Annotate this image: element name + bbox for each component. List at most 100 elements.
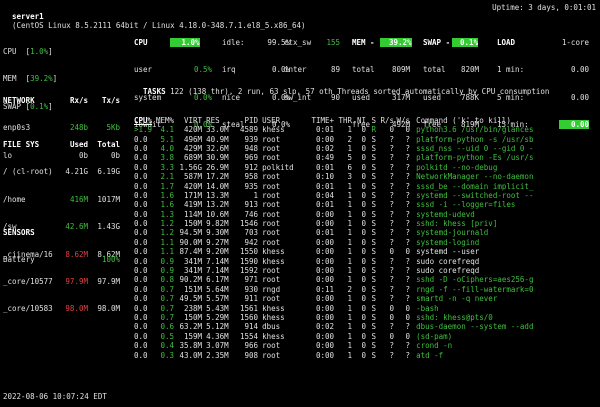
cell-res: 14.0M [206, 181, 229, 191]
col-virt[interactable]: VIRT [174, 116, 202, 125]
table-row[interactable]: 0.0 0.7 150M 5.29M 1560 khess 0:00 1 0 S 0 0 sshd: k… [134, 313, 533, 322]
cell-pid: 971 [244, 275, 259, 285]
cell-virt: 420M [184, 181, 203, 191]
cell-user: root [262, 153, 281, 163]
cell-time: 0:00 [316, 266, 335, 276]
cpu-user-value: 0.5% [193, 65, 212, 75]
cell-cmd: systemd-logind [416, 237, 480, 247]
inter-value: 89 [330, 65, 340, 75]
table-row[interactable]: 0.0 0.3 43.0M 2.35M 908 root 0:00 1 0 S?? atd -f [134, 350, 533, 360]
cell-mem: 0.4 [160, 341, 175, 351]
cell-s: S [371, 181, 377, 191]
cell-ni: 0 [361, 350, 367, 360]
fs-mount: _core/10583 [3, 304, 53, 314]
table-row[interactable]: 0.0 3.8 689M 30.9M 969 root 0:49 5 0 S?? platform-… [134, 153, 533, 162]
cell-virt: 171M [184, 190, 203, 200]
table-row[interactable]: 0.0 4.0 429M 32.6M 948 root 0:02 1 0 S?? sssd_nss … [134, 144, 533, 153]
cell-cmd: platform-python -s /usr/sb [416, 134, 534, 144]
table-row[interactable]: 0.0 1.3 114M 10.6M 746 root 0:00 1 0 S?? systemd-u… [134, 210, 533, 219]
cell-r: ? [389, 284, 395, 294]
table-row[interactable]: 0.0 5.1 496M 40.9M 939 root 0:00 2 0 S?? platform-… [134, 134, 534, 144]
cell-virt: 87.4M [179, 247, 203, 257]
col-ni[interactable]: NI [352, 116, 366, 125]
cpu-total: 1.0% [169, 38, 200, 47]
quick-cpu-label: CPU [3, 47, 17, 56]
cell-time: 0:00 [316, 331, 335, 341]
table-row[interactable]: 0.0 0.4 35.8M 3.07M 966 root 0:00 1 0 S?? crond -n [134, 341, 533, 350]
swap-total-value: 820M [460, 65, 479, 75]
table-row[interactable]: 0.0 1.1 90.0M 9.27M 942 root 0:00 1 0 S?? systemd-… [134, 238, 533, 247]
cell-mem: 0.6 [160, 322, 175, 332]
cell-virt: 1.56G [179, 162, 203, 172]
cell-cpu: 0.0 [134, 143, 148, 153]
table-row[interactable]: 0.0 0.5 159M 4.36M 1554 khess 0:00 1 0 S 0 0 (sd-pam… [134, 332, 533, 341]
cell-mem: 0.7 [160, 284, 175, 294]
table-row[interactable]: 0.0 0.6 63.2M 5.12M 914 dbus 0:02 1 0 S?? dbus-dae… [134, 322, 533, 331]
cell-s: S [371, 190, 377, 200]
tasks-label: TASKS [143, 87, 166, 96]
table-row[interactable]: 0.0 0.7 151M 5.64M 930 rngd 0:11 2 0 S?? rngd -f -… [134, 285, 533, 294]
cell-user: khess [262, 331, 285, 341]
table-row[interactable]: 0.0 3.3 1.56G 26.9M 912 polkitd 0:01 6 0 S?? polki… [134, 163, 533, 172]
cell-pid: 1554 [240, 331, 259, 341]
table-row[interactable]: 0.0 0.8 90.2M 6.17M 971 root 0:00 1 0 S?? sshd -D … [134, 275, 533, 284]
cell-cmd: sshd -D -oCiphers=aes256-g [416, 275, 534, 285]
cell-time: 0:02 [316, 322, 335, 332]
col-s[interactable]: S [366, 116, 377, 125]
cell-cpu: 0.0 [134, 350, 148, 360]
col-mem[interactable]: MEM% [152, 116, 174, 125]
cell-virt: 587M [184, 172, 203, 182]
cell-user: rngd [262, 284, 281, 294]
col-command[interactable]: Command ('k' to kill) [410, 116, 533, 125]
col-time[interactable]: TIME+ [304, 116, 334, 125]
cell-user: root [262, 294, 281, 304]
cell-mem: 1.2 [160, 228, 175, 238]
col-ws[interactable]: W/s [394, 116, 411, 125]
cell-r: ? [389, 162, 395, 172]
table-row[interactable]: 0.0 0.9 341M 7.14M 1590 khess 0:00 1 0 S?? sudo co… [134, 256, 533, 266]
table-row[interactable]: 0.0 1.7 420M 14.0M 935 root 0:01 1 0 S?? sssd_be -… [134, 181, 533, 191]
cell-cmd: sshd: khess [priv] [416, 219, 498, 229]
cell-thr: 5 [347, 153, 353, 163]
cell-s: S [371, 313, 377, 322]
table-row[interactable]: 0.0 1.2 150M 9.82M 1546 root 0:00 1 0 S?? sshd: kh… [134, 219, 533, 228]
cell-ni: 0 [361, 181, 367, 191]
table-row[interactable]: 0.0 1.6 171M 13.3M 1 root 0:04 1 0 S?? systemd --s… [134, 191, 533, 200]
table-row[interactable]: >1.9 4.1 420M 33.0M 4589 khess 0:01 1 0 R 0 0 python… [134, 125, 533, 134]
cell-user: root [262, 350, 281, 360]
table-row[interactable]: 0.0 0.7 49.5M 5.57M 911 root 0:00 1 0 S?? smartd -… [134, 294, 533, 303]
col-thr[interactable]: THR [334, 116, 353, 125]
cell-ni: 0 [361, 134, 367, 144]
cell-pid: 1 [253, 190, 259, 200]
cell-res: 9.30M [206, 228, 229, 238]
table-row[interactable]: 0.0 0.9 341M 7.14M 1592 root 0:00 1 0 S?? sudo cor… [134, 266, 533, 275]
cell-res: 7.14M [206, 266, 229, 276]
cell-ni: 0 [361, 331, 367, 341]
table-row[interactable]: 0.0 1.6 419M 13.2M 913 root 0:01 1 0 S?? sssd -i -… [134, 200, 533, 209]
cell-r: 0 [389, 313, 395, 322]
col-res[interactable]: RES [202, 116, 236, 125]
cell-user: root [262, 341, 281, 351]
cell-user: root [262, 200, 281, 210]
fs-total: 1017M [97, 194, 120, 204]
cell-r: ? [389, 190, 395, 200]
table-row[interactable]: 0.0 1.1 87.4M 9.20M 1550 khess 0:00 1 0 S 0 0 system… [134, 247, 533, 256]
table-row[interactable]: 0.0 1.2 94.5M 9.30M 703 root 0:01 1 0 S?? systemd-… [134, 228, 533, 237]
cell-mem: 1.6 [160, 190, 175, 200]
table-row[interactable]: 0.0 2.1 587M 17.2M 958 root 0:10 3 0 S?? NetworkMa… [134, 172, 533, 181]
table-row[interactable]: 0.0 0.7 238M 5.43M 1561 khess 0:00 1 0 S 0 0 -bash [134, 303, 533, 313]
cell-ni: 0 [361, 256, 367, 266]
sensor-value: 100% [101, 255, 120, 265]
col-user[interactable]: USER [258, 116, 304, 125]
col-cpu[interactable]: CPU% [134, 116, 152, 125]
process-table: CPU% MEM% VIRT RES PID USER TIME+ THR NI… [134, 98, 533, 369]
tasks-summary: TASKS 122 (138 thr), 2 run, 63 slp, 57 o… [134, 78, 549, 96]
fs-used: 4.21G [65, 167, 88, 177]
cell-mem: 4.0 [160, 143, 175, 153]
col-rs[interactable]: R/s [376, 116, 395, 125]
cell-r: 0 [389, 125, 395, 135]
col-pid[interactable]: PID [236, 116, 259, 125]
cell-res: 5.12M [206, 322, 229, 332]
cell-w: ? [405, 190, 411, 200]
fs-used: 98.0M [65, 304, 88, 314]
